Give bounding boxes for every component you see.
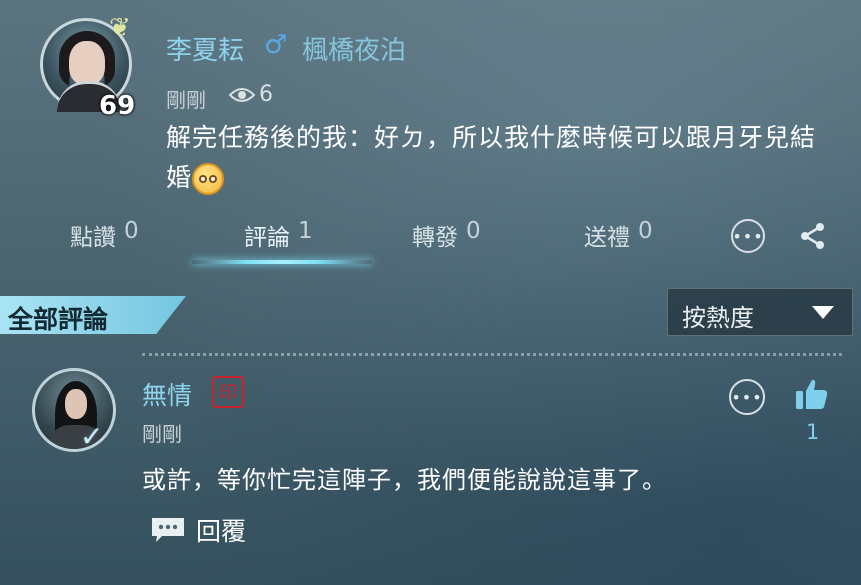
post-author-name[interactable]: 李夏耘: [166, 30, 244, 67]
view-count: 6: [229, 82, 273, 107]
male-gender-icon: ♂: [264, 30, 288, 60]
post-text: 解完任務後的我：好ㄉ，所以我什麼時候可以跟月牙兒結婚: [166, 123, 817, 192]
reply-label: 回覆: [196, 517, 247, 546]
post-timestamp: 剛剛: [166, 88, 206, 112]
pleading-face-emoji-icon: [192, 163, 225, 195]
commenter-name[interactable]: 無情: [142, 376, 192, 412]
repost-count: 0: [466, 218, 481, 244]
verified-check-icon: ✓: [80, 420, 104, 453]
comment-content: 或許，等你忙完這陣子，我們便能說說這事了。: [142, 466, 667, 494]
dropdown-arrow-icon[interactable]: [812, 306, 834, 319]
comment-label: 評論: [244, 225, 290, 251]
comment-tab[interactable]: 評論 1: [244, 218, 313, 252]
comment-count: 1: [298, 218, 313, 244]
comment-timestamp: 剛剛: [142, 422, 182, 446]
view-count-value: 6: [259, 82, 273, 107]
share-icon[interactable]: [800, 222, 826, 250]
repost-label: 轉發: [412, 225, 458, 251]
reply-button[interactable]: 回覆: [150, 512, 246, 548]
like-button[interactable]: 點讚 0: [70, 218, 139, 252]
author-level: 69: [99, 91, 136, 121]
post-author-avatar[interactable]: ❦ 69: [40, 13, 135, 121]
comment-more-options-icon[interactable]: •••: [729, 379, 765, 415]
thumbs-up-icon[interactable]: [795, 377, 829, 411]
all-comments-title: 全部評論: [8, 305, 109, 334]
post-content: 解完任務後的我：好ㄉ，所以我什麼時候可以跟月牙兒結婚: [166, 118, 826, 198]
repost-button[interactable]: 轉發 0: [412, 218, 481, 252]
author-guild-name[interactable]: 楓橋夜泊: [302, 30, 406, 67]
divider: [142, 353, 842, 356]
comment-like-count: 1: [806, 420, 820, 444]
like-label: 點讚: [70, 225, 116, 251]
sort-dropdown-label[interactable]: 按熱度: [682, 298, 754, 333]
post-more-options-icon[interactable]: •••: [731, 219, 765, 253]
gift-count: 0: [638, 218, 653, 244]
like-count: 0: [124, 218, 139, 244]
eye-icon: [229, 87, 255, 102]
speech-bubble-icon: [152, 518, 184, 542]
leaf-ornament-icon: ❦: [109, 13, 131, 43]
avatar-face: [65, 389, 87, 419]
seal-badge-icon: 印: [212, 376, 244, 408]
active-tab-indicator: [192, 260, 372, 264]
gift-label: 送禮: [584, 225, 630, 251]
avatar-face: [69, 41, 105, 85]
gift-button[interactable]: 送禮 0: [584, 218, 653, 252]
